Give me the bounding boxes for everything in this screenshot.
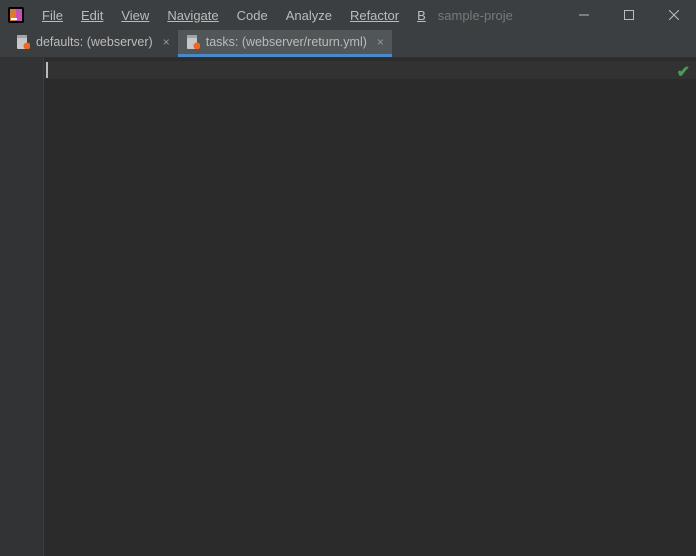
yaml-file-icon — [186, 35, 200, 49]
menu-refactor[interactable]: Refactor — [342, 4, 407, 27]
menu-navigate[interactable]: Navigate — [159, 4, 226, 27]
menu-bar: File Edit View Navigate Code Analyze Ref… — [34, 4, 561, 27]
titlebar: File Edit View Navigate Code Analyze Ref… — [0, 0, 696, 30]
tab-tasks-return-yml[interactable]: tasks: (webserver/return.yml) × — [178, 30, 392, 57]
menu-build[interactable]: B — [409, 4, 434, 27]
menu-build-label: B — [417, 8, 426, 23]
text-cursor — [46, 62, 48, 78]
maximize-icon — [624, 10, 634, 20]
menu-refactor-label: Refactor — [350, 8, 399, 23]
analysis-status[interactable]: ✔ — [677, 62, 690, 82]
minimize-icon — [579, 10, 589, 20]
maximize-button[interactable] — [606, 0, 651, 30]
tab-close-button[interactable]: × — [377, 36, 384, 48]
checkmark-icon: ✔ — [677, 64, 690, 81]
tab-bar: defaults: (webserver) × tasks: (webserve… — [0, 30, 696, 58]
menu-code[interactable]: Code — [229, 4, 276, 27]
menu-edit-label: Edit — [81, 8, 103, 23]
current-line-highlight — [44, 61, 696, 79]
menu-analyze-label: Analyze — [286, 8, 332, 23]
tab-label: defaults: (webserver) — [36, 35, 153, 49]
menu-view[interactable]: View — [113, 4, 157, 27]
menu-file-label: File — [42, 8, 63, 23]
app-icon — [8, 7, 24, 23]
menu-edit[interactable]: Edit — [73, 4, 111, 27]
yaml-file-icon — [16, 35, 30, 49]
menu-view-label: View — [121, 8, 149, 23]
tab-close-button[interactable]: × — [163, 36, 170, 48]
menu-analyze[interactable]: Analyze — [278, 4, 340, 27]
editor-gutter[interactable] — [0, 58, 44, 556]
menu-file[interactable]: File — [34, 4, 71, 27]
project-name: sample-proje — [438, 8, 513, 23]
close-icon — [669, 10, 679, 20]
tab-label: tasks: (webserver/return.yml) — [206, 35, 367, 49]
window-controls — [561, 0, 696, 30]
tab-defaults-webserver[interactable]: defaults: (webserver) × — [8, 30, 178, 57]
code-editor[interactable]: ✔ — [44, 58, 696, 556]
menu-code-label: Code — [237, 8, 268, 23]
minimize-button[interactable] — [561, 0, 606, 30]
editor-area: ✔ — [0, 58, 696, 556]
menu-navigate-label: Navigate — [167, 8, 218, 23]
close-button[interactable] — [651, 0, 696, 30]
